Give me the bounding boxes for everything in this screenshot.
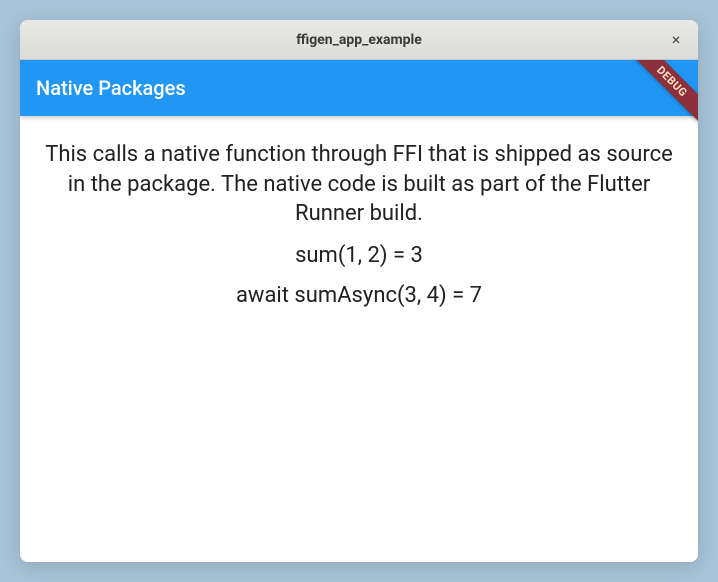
appbar-title: Native Packages	[36, 76, 186, 100]
content-area: This calls a native function through FFI…	[20, 116, 698, 562]
close-button[interactable]: ×	[666, 30, 686, 50]
close-icon: ×	[672, 30, 681, 49]
appbar: Native Packages DEBUG	[20, 60, 698, 116]
window-title: ffigen_app_example	[296, 32, 422, 48]
sum-async-result-text: await sumAsync(3, 4) = 7	[236, 281, 482, 311]
app-window: ffigen_app_example × Native Packages DEB…	[20, 20, 698, 562]
sum-result-text: sum(1, 2) = 3	[295, 241, 423, 271]
titlebar: ffigen_app_example ×	[20, 20, 698, 60]
debug-ribbon-label: DEBUG	[630, 60, 698, 124]
description-text: This calls a native function through FFI…	[40, 140, 678, 229]
